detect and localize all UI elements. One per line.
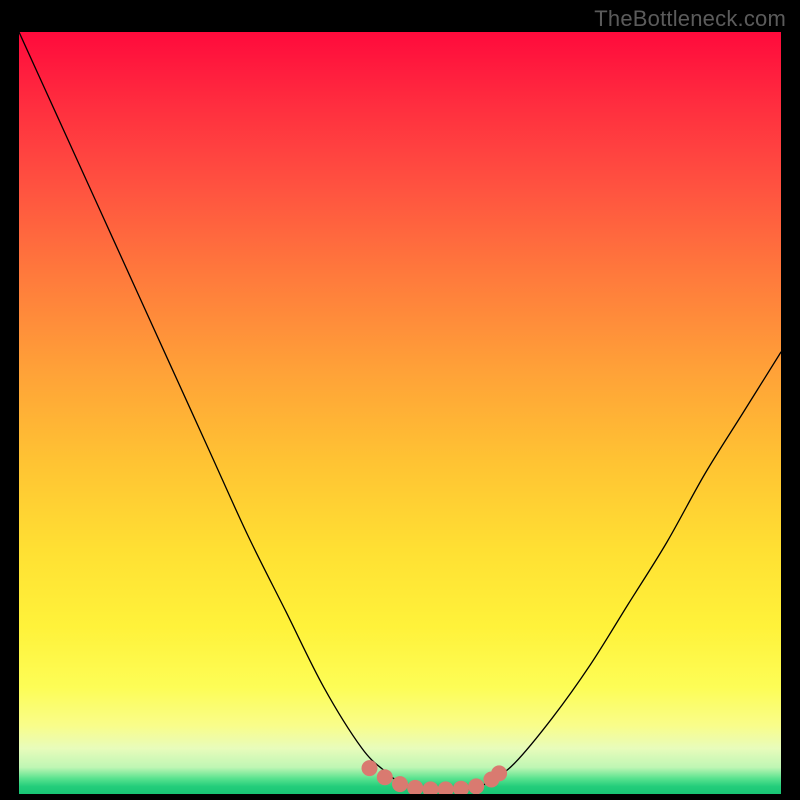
curve-line <box>19 32 781 791</box>
valley-dot <box>438 781 454 794</box>
valley-dot <box>392 776 408 792</box>
chart-svg <box>19 32 781 794</box>
watermark-text: TheBottleneck.com <box>594 6 786 32</box>
valley-dot <box>468 778 484 794</box>
valley-highlight-dots <box>362 760 508 794</box>
valley-dot <box>362 760 378 776</box>
valley-dot <box>453 781 469 794</box>
valley-dot <box>407 780 423 794</box>
valley-dot <box>491 765 507 781</box>
valley-dot <box>377 769 393 785</box>
chart-plot-area <box>19 32 781 794</box>
valley-dot <box>423 781 439 794</box>
